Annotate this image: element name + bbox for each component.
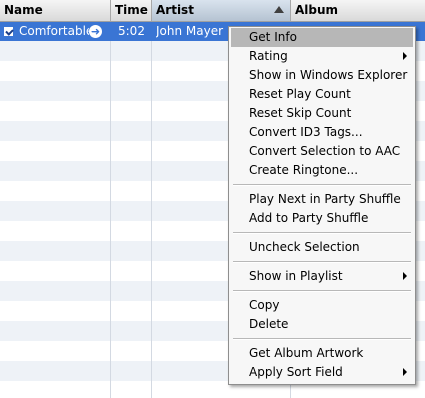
column-header-time[interactable]: Time xyxy=(111,0,152,21)
menu-item-apply-sort-field-label: Apply Sort Field xyxy=(249,365,343,379)
menu-item-show-in-playlist[interactable]: Show in Playlist xyxy=(231,267,413,286)
track-artist: John Mayer xyxy=(156,24,224,38)
sort-ascending-icon xyxy=(274,6,284,13)
menu-item-play-next-party-shuffle[interactable]: Play Next in Party Shuffle xyxy=(231,190,413,209)
menu-item-rating-label: Rating xyxy=(249,49,288,63)
column-divider xyxy=(151,22,152,398)
menu-item-uncheck-selection[interactable]: Uncheck Selection xyxy=(231,238,413,257)
column-divider xyxy=(110,22,111,398)
track-name: Comfortable xyxy=(19,24,89,38)
menu-separator xyxy=(233,184,411,186)
menu-item-get-info[interactable]: Get Info xyxy=(231,28,413,47)
column-header-album[interactable]: Album xyxy=(291,0,425,21)
arrow-right-circle-icon[interactable]: ➜ xyxy=(89,25,102,38)
submenu-arrow-icon xyxy=(403,52,407,60)
menu-item-add-to-party-shuffle[interactable]: Add to Party Shuffle xyxy=(231,209,413,228)
menu-item-convert-aac[interactable]: Convert Selection to AAC xyxy=(231,142,413,161)
menu-item-apply-sort-field[interactable]: Apply Sort Field xyxy=(231,363,413,382)
submenu-arrow-icon xyxy=(403,272,407,280)
menu-separator xyxy=(233,261,411,263)
menu-separator xyxy=(233,338,411,340)
menu-item-create-ringtone[interactable]: Create Ringtone... xyxy=(231,161,413,180)
track-time: 5:02 xyxy=(118,24,145,38)
menu-separator xyxy=(233,232,411,234)
menu-item-copy[interactable]: Copy xyxy=(231,296,413,315)
menu-item-convert-id3[interactable]: Convert ID3 Tags... xyxy=(231,123,413,142)
menu-item-get-album-artwork[interactable]: Get Album Artwork xyxy=(231,344,413,363)
track-checkbox[interactable] xyxy=(4,27,13,36)
menu-separator xyxy=(233,290,411,292)
column-header-name[interactable]: Name xyxy=(0,0,111,21)
column-header-artist-label: Artist xyxy=(156,3,194,17)
column-header-artist[interactable]: Artist xyxy=(152,0,291,21)
menu-item-reset-skip-count[interactable]: Reset Skip Count xyxy=(231,104,413,123)
menu-item-show-in-playlist-label: Show in Playlist xyxy=(249,269,343,283)
submenu-arrow-icon xyxy=(403,368,407,376)
column-header: Name Time Artist Album xyxy=(0,0,425,22)
menu-item-reset-play-count[interactable]: Reset Play Count xyxy=(231,85,413,104)
menu-item-rating[interactable]: Rating xyxy=(231,47,413,66)
menu-item-show-in-explorer[interactable]: Show in Windows Explorer xyxy=(231,66,413,85)
menu-item-delete[interactable]: Delete xyxy=(231,315,413,334)
context-menu: Get Info Rating Show in Windows Explorer… xyxy=(228,26,416,385)
